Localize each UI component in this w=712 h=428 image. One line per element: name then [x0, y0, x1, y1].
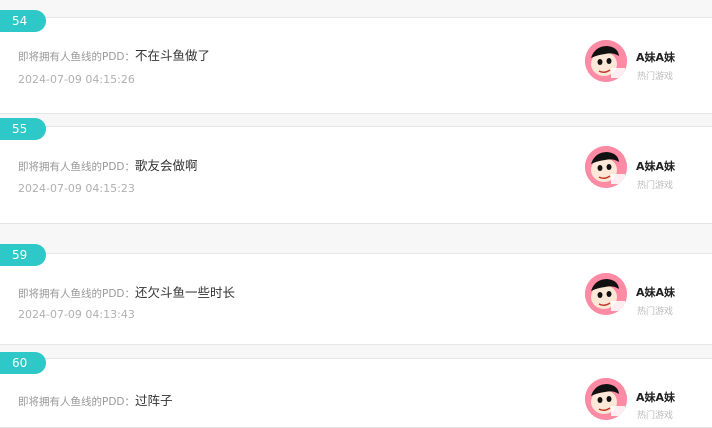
user-name[interactable]: A妹A妹 — [636, 284, 675, 300]
comment-author[interactable]: 即将拥有人鱼线的PDD： — [18, 161, 135, 173]
avatar[interactable] — [585, 146, 627, 188]
comment-content: 歌友会做啊 — [135, 158, 198, 173]
comment-index-badge: 55 — [0, 118, 46, 140]
comment-timestamp: 2024-07-09 04:15:26 — [18, 73, 135, 86]
comment-author[interactable]: 即将拥有人鱼线的PDD： — [18, 396, 135, 408]
comment-author[interactable]: 即将拥有人鱼线的PDD： — [18, 288, 135, 300]
comment-index-badge: 54 — [0, 10, 46, 32]
comment-text: 即将拥有人鱼线的PDD：歌友会做啊 — [18, 155, 198, 174]
comment-text: 即将拥有人鱼线的PDD：不在斗鱼做了 — [18, 45, 210, 64]
comment-author[interactable]: 即将拥有人鱼线的PDD： — [18, 51, 135, 63]
comment-content: 还欠斗鱼一些时长 — [135, 285, 236, 300]
user-category: 热门游戏 — [637, 72, 674, 82]
avatar[interactable] — [585, 40, 627, 82]
user-name[interactable]: A妹A妹 — [636, 49, 675, 65]
comment-index-badge: 60 — [0, 352, 46, 374]
comment-timestamp: 2024-07-09 04:15:23 — [18, 182, 135, 195]
avatar-image-icon — [585, 146, 627, 188]
user-name[interactable]: A妹A妹 — [636, 389, 675, 405]
avatar[interactable] — [585, 273, 627, 315]
avatar-image-icon — [585, 378, 627, 420]
user-category: 热门游戏 — [637, 181, 674, 191]
comment-index-badge: 59 — [0, 244, 46, 266]
user-category: 热门游戏 — [637, 411, 674, 421]
comment-content: 不在斗鱼做了 — [135, 48, 211, 63]
avatar[interactable] — [585, 378, 627, 420]
avatar-image-icon — [585, 40, 627, 82]
comment-content: 过阵子 — [135, 393, 173, 408]
comment-timestamp: 2024-07-09 04:13:43 — [18, 308, 135, 321]
user-name[interactable]: A妹A妹 — [636, 158, 675, 174]
avatar-image-icon — [585, 273, 627, 315]
user-category: 热门游戏 — [637, 307, 674, 317]
comment-text: 即将拥有人鱼线的PDD：过阵子 — [18, 390, 173, 409]
comment-text: 即将拥有人鱼线的PDD：还欠斗鱼一些时长 — [18, 282, 235, 301]
